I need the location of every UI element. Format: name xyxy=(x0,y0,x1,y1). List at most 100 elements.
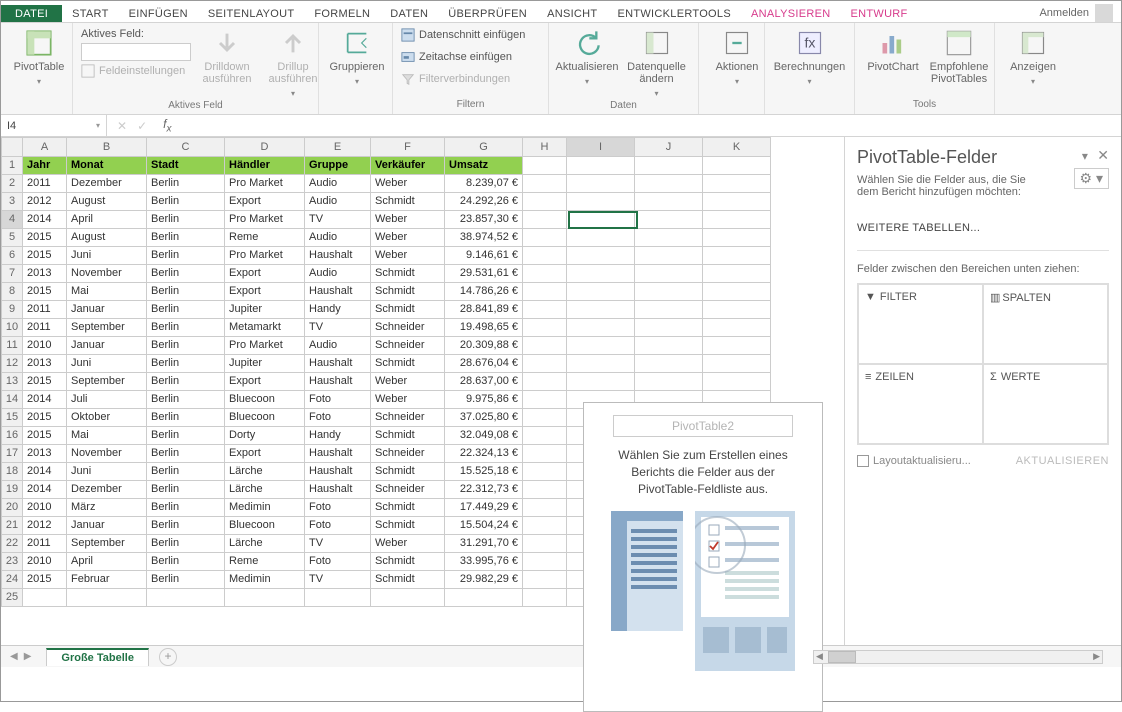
field-settings-button[interactable]: Feldeinstellungen xyxy=(81,63,191,79)
cell[interactable]: Umsatz xyxy=(445,157,523,175)
cell[interactable]: Berlin xyxy=(147,463,225,481)
cell[interactable]: Berlin xyxy=(147,301,225,319)
area-values[interactable]: ΣWERTE xyxy=(983,364,1108,444)
cell[interactable] xyxy=(67,589,147,607)
cell[interactable] xyxy=(635,175,703,193)
cell[interactable]: Export xyxy=(225,445,305,463)
cell[interactable]: Berlin xyxy=(147,211,225,229)
cell[interactable]: 2014 xyxy=(23,481,67,499)
cell[interactable] xyxy=(567,301,635,319)
tab-datei[interactable]: DATEI xyxy=(1,5,62,22)
pane-caret-icon[interactable]: ▾ xyxy=(1082,149,1088,163)
cell[interactable] xyxy=(567,229,635,247)
cell[interactable]: Berlin xyxy=(147,499,225,517)
cell[interactable]: 2015 xyxy=(23,427,67,445)
slicer-button[interactable]: Datenschnitt einfügen xyxy=(401,27,525,43)
cell[interactable]: Weber xyxy=(371,211,445,229)
defer-layout-checkbox[interactable]: Layoutaktualisieru... xyxy=(857,455,971,467)
cell[interactable] xyxy=(635,373,703,391)
cell[interactable]: 38.974,52 € xyxy=(445,229,523,247)
cell[interactable]: 14.786,26 € xyxy=(445,283,523,301)
row-header[interactable]: 15 xyxy=(1,409,23,427)
show-button[interactable]: Anzeigen xyxy=(1003,27,1063,88)
tab-formeln[interactable]: FORMELN xyxy=(304,5,380,22)
cell[interactable] xyxy=(635,265,703,283)
cell[interactable]: Berlin xyxy=(147,175,225,193)
cell[interactable]: September xyxy=(67,535,147,553)
add-sheet-button[interactable]: + xyxy=(159,648,177,666)
cell[interactable]: TV xyxy=(305,571,371,589)
select-all-corner[interactable] xyxy=(1,137,23,157)
cell[interactable]: Weber xyxy=(371,175,445,193)
cell[interactable]: Monat xyxy=(67,157,147,175)
cell[interactable]: Weber xyxy=(371,391,445,409)
cell[interactable]: Berlin xyxy=(147,247,225,265)
cell[interactable]: Handy xyxy=(305,427,371,445)
tab-entwurf[interactable]: ENTWURF xyxy=(840,5,917,22)
cell[interactable]: Schmidt xyxy=(371,301,445,319)
cell[interactable]: 23.857,30 € xyxy=(445,211,523,229)
cell[interactable]: Export xyxy=(225,265,305,283)
datasource-button[interactable]: Datenquelle ändern xyxy=(623,27,690,100)
cell[interactable]: 19.498,65 € xyxy=(445,319,523,337)
cell[interactable]: Audio xyxy=(305,265,371,283)
row-header[interactable]: 10 xyxy=(1,319,23,337)
cell[interactable]: Händler xyxy=(225,157,305,175)
cell[interactable]: Juni xyxy=(67,355,147,373)
cell[interactable]: Schmidt xyxy=(371,265,445,283)
worksheet[interactable]: ABCDEFGHIJK 1JahrMonatStadtHändlerGruppe… xyxy=(1,137,845,645)
cell[interactable]: 2013 xyxy=(23,265,67,283)
cell[interactable]: 8.239,07 € xyxy=(445,175,523,193)
cell[interactable]: Reme xyxy=(225,553,305,571)
cell[interactable]: 2012 xyxy=(23,517,67,535)
row-header[interactable]: 7 xyxy=(1,265,23,283)
cell[interactable]: 2015 xyxy=(23,373,67,391)
cell[interactable]: 9.146,61 € xyxy=(445,247,523,265)
cell[interactable]: TV xyxy=(305,211,371,229)
cell[interactable] xyxy=(567,193,635,211)
tab-start[interactable]: START xyxy=(62,5,119,22)
cell[interactable]: 2011 xyxy=(23,175,67,193)
row-header[interactable]: 5 xyxy=(1,229,23,247)
cell[interactable]: TV xyxy=(305,319,371,337)
cell[interactable] xyxy=(703,211,771,229)
cell[interactable]: Export xyxy=(225,373,305,391)
cell[interactable] xyxy=(703,301,771,319)
cell[interactable]: 2010 xyxy=(23,337,67,355)
name-box[interactable]: I4 xyxy=(1,115,107,136)
cell[interactable]: Metamarkt xyxy=(225,319,305,337)
cell[interactable]: Foto xyxy=(305,517,371,535)
row-header[interactable]: 4 xyxy=(1,211,23,229)
cell[interactable] xyxy=(635,229,703,247)
tab-daten[interactable]: DATEN xyxy=(380,5,438,22)
cell[interactable]: Schmidt xyxy=(371,517,445,535)
cell[interactable]: 2011 xyxy=(23,301,67,319)
cell[interactable]: Gruppe xyxy=(305,157,371,175)
cell[interactable] xyxy=(635,193,703,211)
row-header[interactable]: 24 xyxy=(1,571,23,589)
cell[interactable]: Audio xyxy=(305,229,371,247)
more-tables-link[interactable]: WEITERE TABELLEN... xyxy=(857,222,1109,234)
cell[interactable]: Lärche xyxy=(225,481,305,499)
row-header[interactable]: 12 xyxy=(1,355,23,373)
cell[interactable] xyxy=(523,193,567,211)
cell[interactable] xyxy=(371,589,445,607)
cell[interactable]: September xyxy=(67,319,147,337)
gear-icon[interactable]: ⚙ ▾ xyxy=(1074,168,1109,189)
cell[interactable]: Schmidt xyxy=(371,193,445,211)
cell[interactable]: Pro Market xyxy=(225,337,305,355)
col-header-C[interactable]: C xyxy=(147,137,225,157)
cell[interactable]: Foto xyxy=(305,409,371,427)
enter-icon[interactable]: ✓ xyxy=(137,119,147,133)
cell[interactable] xyxy=(567,247,635,265)
cell[interactable] xyxy=(305,589,371,607)
sheet-tab-active[interactable]: Große Tabelle xyxy=(46,648,149,666)
cell[interactable]: Berlin xyxy=(147,229,225,247)
cell[interactable] xyxy=(635,247,703,265)
cell[interactable] xyxy=(523,337,567,355)
row-header[interactable]: 25 xyxy=(1,589,23,607)
cell[interactable]: 15.525,18 € xyxy=(445,463,523,481)
col-header-G[interactable]: G xyxy=(445,137,523,157)
cell[interactable]: Berlin xyxy=(147,193,225,211)
cell[interactable] xyxy=(635,211,703,229)
